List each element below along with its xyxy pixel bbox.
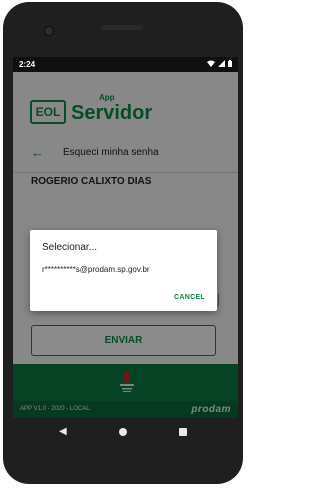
front-camera xyxy=(44,26,54,36)
nav-home-icon[interactable] xyxy=(119,428,127,436)
signal-icon xyxy=(218,57,225,72)
status-icons xyxy=(207,57,232,72)
wifi-icon xyxy=(207,57,215,72)
system-navigation-bar: ◀ xyxy=(3,418,243,448)
earpiece-speaker xyxy=(101,25,143,30)
status-time: 2:24 xyxy=(19,60,36,69)
cancel-button[interactable]: CANCEL xyxy=(174,294,205,301)
phone-frame: 2:24 EOL App Servidor ← Esqueci minha se… xyxy=(3,2,243,484)
battery-icon xyxy=(228,57,232,72)
email-option[interactable]: r**********s@prodam.sp.gov.br xyxy=(42,265,150,274)
dialog-title: Selecionar... xyxy=(42,242,98,253)
nav-back-icon[interactable]: ◀ xyxy=(59,426,67,437)
select-dialog: Selecionar... r**********s@prodam.sp.gov… xyxy=(30,230,217,311)
status-bar: 2:24 xyxy=(13,57,238,72)
device-screen: 2:24 EOL App Servidor ← Esqueci minha se… xyxy=(13,57,238,418)
nav-recents-icon[interactable] xyxy=(179,428,187,436)
